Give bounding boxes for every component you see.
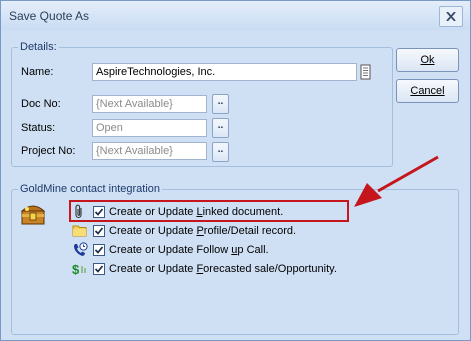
save-quote-dialog: Save Quote As Details: Name: AspireTechn… [0, 0, 471, 341]
annotation-arrow-icon [354, 155, 439, 207]
